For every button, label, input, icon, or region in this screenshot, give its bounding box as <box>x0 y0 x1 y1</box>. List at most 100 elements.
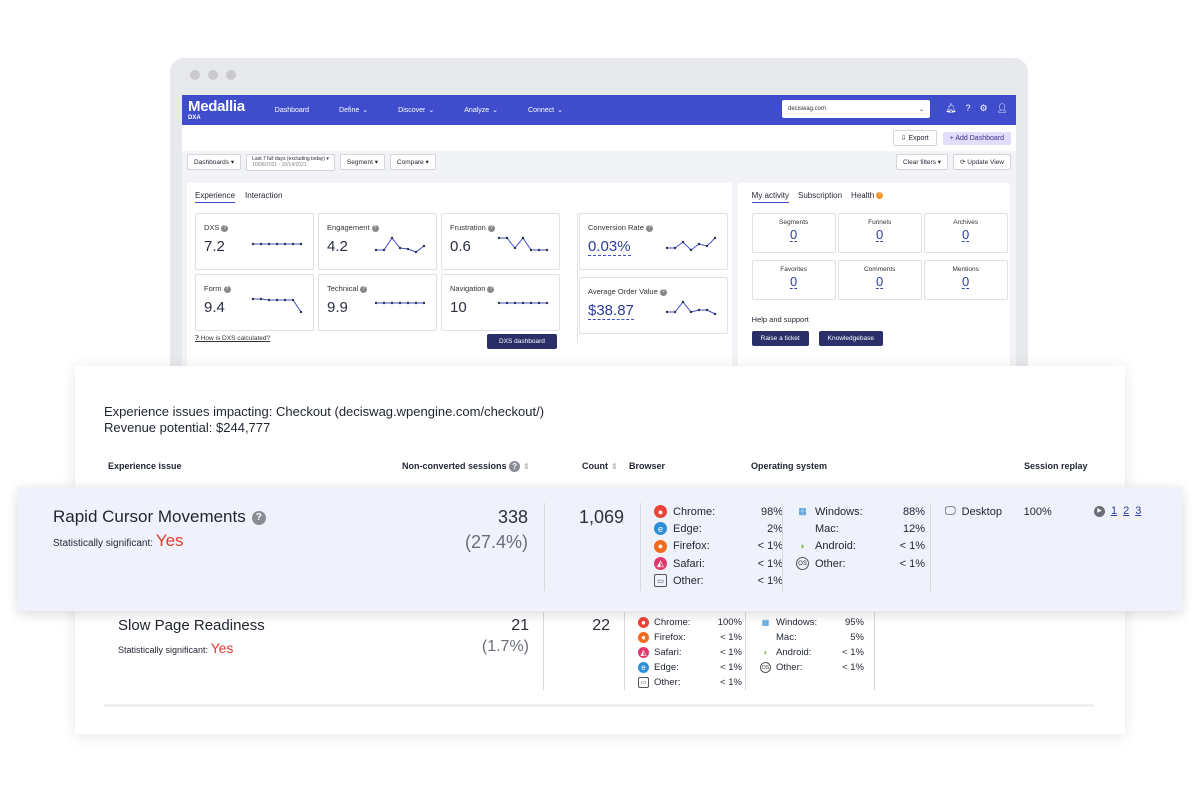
tab-subscription[interactable]: Subscription <box>798 191 842 203</box>
col-os: Operating system <box>751 461 828 471</box>
sessions-count: 338 <box>497 507 528 527</box>
filter-bar: Dashboards ▾ Last 7 full days (excluding… <box>182 151 1016 173</box>
chevron-down-icon: ⌄ <box>492 107 499 114</box>
info-icon: ? <box>221 224 229 232</box>
metric-technical[interactable]: Technical? 9.9 <box>318 274 437 331</box>
significance: Statistically significant: Yes <box>53 531 184 550</box>
help-icon: ❓︎ <box>195 335 199 342</box>
browser-other-icon: ▭ <box>654 574 667 588</box>
stat-funnels[interactable]: Funnels 0 <box>837 213 922 253</box>
nav-discover[interactable]: Discover ⌄ <box>398 106 435 115</box>
info-icon: ? <box>371 224 379 232</box>
help-icon[interactable]: ? <box>251 510 266 525</box>
windows-icon: ▦ <box>761 618 770 627</box>
tab-my-activity[interactable]: My activity <box>751 191 790 203</box>
gear-icon[interactable]: ⚙ <box>979 103 987 114</box>
browser-list: ● Chrome: 100% ● Firefox: < 1% ◭ Safari: < 1% … <box>638 615 742 690</box>
nav-define[interactable]: Define ⌄ <box>339 106 369 115</box>
os-other-icon: OS <box>796 557 809 571</box>
compare-dropdown[interactable]: Compare ▾ <box>389 154 436 170</box>
dxs-dashboard-button[interactable]: DXS dashboard <box>487 334 557 349</box>
alert-icon: ! <box>876 192 884 200</box>
sparkline <box>374 301 426 305</box>
issue-count: 22 <box>592 617 610 634</box>
nav-connect[interactable]: Connect ⌄ <box>528 106 563 115</box>
experience-panel: Experience Interaction DXS? 7.2 Engageme… <box>187 183 732 395</box>
issue-count: 1,069 <box>578 507 624 527</box>
metric-conversion-rate[interactable]: Conversion Rate? 0.03% <box>579 213 728 270</box>
tab-experience[interactable]: Experience <box>195 191 236 203</box>
metric-value: 0.03% <box>588 238 631 256</box>
browser-other-icon: ▭ <box>638 677 649 688</box>
table-row-highlighted[interactable]: Rapid Cursor Movements? Statistically si… <box>18 487 1182 611</box>
stat-archives[interactable]: Archives 0 <box>923 213 1008 253</box>
tab-health[interactable]: Health ! <box>851 191 884 203</box>
sparkline <box>665 236 717 252</box>
metric-form[interactable]: Form? 9.4 <box>195 274 314 331</box>
sessions-pct: (1.7%) <box>481 638 529 655</box>
edge-icon: e <box>638 662 649 673</box>
metric-aov[interactable]: Average Order Value? $38.87 <box>579 277 728 334</box>
add-dashboard-button[interactable]: + Add Dashboard <box>942 131 1011 145</box>
sparkline <box>497 236 549 252</box>
issues-title: Experience issues impacting: Checkout (d… <box>104 404 545 435</box>
significance: Statistically significant: Yes <box>118 640 234 656</box>
metric-engagement[interactable]: Engagement? 4.2 <box>318 213 437 270</box>
info-icon: ? <box>659 288 667 296</box>
brand-sub: DXA <box>188 115 201 121</box>
top-nav: Medallia DXA Dashboard Define ⌄ Discover ⌄… <box>182 95 1016 125</box>
action-bar: ⇩ Export + Add Dashboard <box>182 125 1016 151</box>
dashboards-dropdown[interactable]: Dashboards ▾ <box>187 154 242 170</box>
nav-analyze[interactable]: Analyze ⌄ <box>464 106 499 115</box>
knowledgebase-button[interactable]: Knowledgebase <box>818 331 883 346</box>
segment-dropdown[interactable]: Segment ▾ <box>339 154 385 170</box>
stat-comments[interactable]: Comments 0 <box>837 260 922 300</box>
chrome-icon: ● <box>654 505 667 519</box>
stat-segments[interactable]: Segments 0 <box>751 213 836 253</box>
window-controls <box>190 70 236 80</box>
chevron-down-icon: ⌄ <box>362 107 369 114</box>
stat-favorites[interactable]: Favorites 0 <box>751 260 836 300</box>
replay-link-2[interactable]: 2 <box>1123 505 1129 517</box>
chevron-down-icon: ⌄ <box>428 107 435 114</box>
sparkline <box>374 236 426 254</box>
account-select[interactable]: deciswag.com ⌄ <box>782 100 930 118</box>
update-view-button[interactable]: ⟳ Update View <box>952 154 1011 170</box>
metric-dxs[interactable]: DXS? 7.2 <box>195 213 314 270</box>
os-other-icon: OS <box>760 662 771 673</box>
device-breakdown: 🖵︎ Desktop 100% <box>945 505 1052 518</box>
sort-icon[interactable]: ⇕ <box>523 462 530 471</box>
clear-filters-button[interactable]: Clear filters ▾ <box>896 154 948 170</box>
nav-dashboard[interactable]: Dashboard <box>275 107 309 114</box>
raise-ticket-button[interactable]: Raise a ticket <box>751 331 809 346</box>
sort-icon[interactable]: ⇕ <box>611 462 618 471</box>
tab-interaction[interactable]: Interaction <box>245 191 282 203</box>
browser-list: ● Chrome: 98% e Edge: 2% ● Firefox: < 1% ◭ Safa… <box>654 503 783 589</box>
stat-mentions[interactable]: Mentions 0 <box>923 260 1008 300</box>
how-dxs-link[interactable]: ❓︎ How is DXS calculated? <box>195 335 270 343</box>
col-count[interactable]: Count ⇕ <box>582 461 618 471</box>
metric-navigation[interactable]: Navigation? 10 <box>441 274 560 331</box>
replay-link-1[interactable]: 1 <box>1111 505 1117 517</box>
firefox-icon: ● <box>654 539 667 553</box>
export-button[interactable]: ⇩ Export <box>892 130 937 146</box>
col-nonconverted[interactable]: Non-converted sessions ? ⇕ <box>402 461 530 473</box>
sparkline <box>665 300 717 316</box>
metric-value: 4.2 <box>327 238 348 255</box>
chrome-icon: ● <box>638 617 649 628</box>
table-row[interactable]: Slow Page Readiness Statistically signif… <box>104 612 1094 707</box>
issue-name[interactable]: Rapid Cursor Movements? <box>53 507 266 527</box>
safari-icon: ◭ <box>638 647 649 658</box>
os-list: ▦ Windows: 95% Mac: 5% ◗ Android: < 1% OS Othe… <box>760 617 864 673</box>
help-icon[interactable]: ? <box>965 103 970 114</box>
replay-link-3[interactable]: 3 <box>1135 505 1141 517</box>
issue-name[interactable]: Slow Page Readiness <box>118 617 265 634</box>
firefox-icon: ● <box>638 632 649 643</box>
date-range-dropdown[interactable]: Last 7 full days (excluding today) ▾ 10/0… <box>246 153 335 171</box>
user-icon[interactable]: 👤︎ <box>997 103 1008 114</box>
bell-icon[interactable]: 🔔︎ <box>945 103 956 114</box>
play-icon[interactable]: ▶ <box>1094 505 1105 517</box>
metric-value: 9.4 <box>204 299 225 316</box>
help-title: Help and support <box>751 315 809 324</box>
metric-frustration[interactable]: Frustration? 0.6 <box>441 213 560 270</box>
